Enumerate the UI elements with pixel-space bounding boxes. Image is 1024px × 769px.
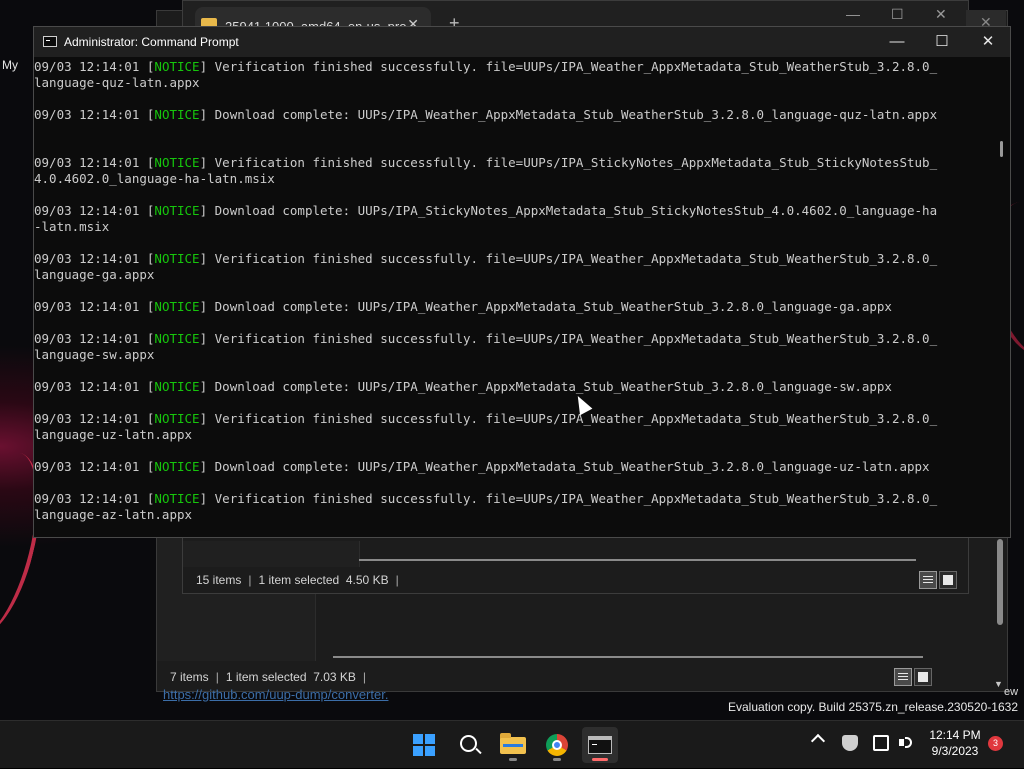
window-title: Administrator: Command Prompt	[64, 35, 239, 49]
log-message: Download complete: UUPs/IPA_Weather_Appx…	[214, 379, 892, 394]
tiles-view-icon[interactable]	[914, 668, 932, 686]
command-prompt-window[interactable]: Administrator: Command Prompt — ☐ ✕ 09/0…	[33, 26, 1011, 538]
log-level: NOTICE	[154, 459, 200, 474]
security-icon[interactable]	[842, 735, 858, 751]
log-message: Download complete: UUPs/IPA_Weather_Appx…	[214, 459, 930, 474]
log-level: NOTICE	[154, 203, 200, 218]
close-button[interactable]: ✕	[973, 31, 1003, 53]
view-toggle	[894, 668, 932, 686]
status-size: 4.50 KB	[345, 573, 389, 587]
status-bar: 7 items | 1 item selected 7.03 KB |	[170, 670, 367, 684]
network-icon[interactable]	[873, 735, 889, 751]
log-timestamp: 09/03 12:14:01	[34, 203, 140, 218]
log-message: Verification finished successfully. file…	[214, 491, 938, 506]
desktop-icon-label[interactable]: My	[2, 58, 18, 72]
log-timestamp: 09/03 12:14:01	[34, 491, 140, 506]
log-timestamp: 09/03 12:14:01	[34, 299, 140, 314]
log-message: Verification finished successfully. file…	[214, 251, 938, 266]
console-line-wrap: 4.0.4602.0_language-ha-latn.msix	[34, 171, 275, 186]
details-view-icon[interactable]	[919, 571, 937, 589]
log-timestamp: 09/03 12:14:01	[34, 251, 140, 266]
log-message: Download complete: UUPs/IPA_Weather_Appx…	[214, 107, 938, 122]
chevron-up-icon[interactable]	[810, 733, 826, 749]
log-level: NOTICE	[154, 155, 200, 170]
log-level: NOTICE	[154, 491, 200, 506]
details-view-icon[interactable]	[894, 668, 912, 686]
console-line: 09/03 12:14:01 [NOTICE] Download complet…	[34, 107, 938, 122]
status-selection: 1 item selected	[258, 573, 340, 587]
console-line: 09/03 12:14:01 [NOTICE] Verification fin…	[34, 155, 938, 170]
console-line-wrap: -latn.msix	[34, 219, 110, 234]
console-line-wrap: language-ga.appx	[34, 267, 155, 282]
github-link[interactable]: https://github.com/uup-dump/converter.	[163, 687, 388, 702]
scrollbar-thumb[interactable]	[1000, 141, 1003, 157]
terminal-icon	[43, 36, 57, 47]
log-timestamp: 09/03 12:14:01	[34, 155, 140, 170]
log-level: NOTICE	[154, 379, 200, 394]
minimize-icon[interactable]: —	[846, 6, 860, 22]
console-line: 09/03 12:14:01 [NOTICE] Verification fin…	[34, 411, 938, 426]
minimize-button[interactable]: —	[882, 31, 912, 53]
title-bar[interactable]: Administrator: Command Prompt — ☐ ✕	[34, 27, 1010, 57]
close-icon[interactable]: ✕	[935, 6, 947, 23]
log-timestamp: 09/03 12:14:01	[34, 411, 140, 426]
console-line-wrap: language-uz-latn.appx	[34, 427, 193, 442]
console-scrollbar[interactable]	[994, 57, 1010, 537]
console-output[interactable]: 09/03 12:14:01 [NOTICE] Verification fin…	[34, 57, 994, 537]
tiles-view-icon[interactable]	[939, 571, 957, 589]
clock-date: 9/3/2023	[931, 744, 979, 758]
log-message: Verification finished successfully. file…	[214, 411, 938, 426]
scrollbar-thumb[interactable]	[997, 539, 1003, 625]
status-item-count: 15 items	[196, 573, 242, 587]
status-bar: 15 items | 1 item selected 4.50 KB |	[196, 573, 399, 587]
console-line: 09/03 12:14:01 [NOTICE] Download complet…	[34, 203, 938, 218]
log-level: NOTICE	[154, 331, 200, 346]
clock[interactable]: 12:14 PM 9/3/2023	[920, 727, 990, 759]
console-line: 09/03 12:14:01 [NOTICE] Download complet…	[34, 299, 892, 314]
console-line: 09/03 12:14:01 [NOTICE] Verification fin…	[34, 491, 938, 506]
horizontal-scrollbar[interactable]	[333, 656, 923, 658]
clock-time: 12:14 PM	[929, 728, 981, 742]
log-timestamp: 09/03 12:14:01	[34, 379, 140, 394]
console-line-wrap: language-sw.appx	[34, 347, 155, 362]
maximize-icon[interactable]: ☐	[891, 6, 904, 23]
log-level: NOTICE	[154, 299, 200, 314]
vertical-scrollbar[interactable]: ▼	[991, 531, 1007, 691]
console-line: 09/03 12:14:01 [NOTICE] Download complet…	[34, 379, 892, 394]
log-message: Download complete: UUPs/IPA_Weather_Appx…	[214, 299, 892, 314]
status-selection: 1 item selected	[225, 670, 307, 684]
log-level: NOTICE	[154, 59, 200, 74]
volume-icon[interactable]	[898, 735, 914, 751]
log-message: Verification finished successfully. file…	[214, 331, 938, 346]
horizontal-scrollbar[interactable]	[359, 559, 916, 561]
scroll-down-arrow-icon[interactable]: ▼	[994, 679, 1003, 689]
log-message: Verification finished successfully. file…	[214, 155, 938, 170]
status-item-count: 7 items	[170, 670, 209, 684]
console-line: 09/03 12:14:01 [NOTICE] Verification fin…	[34, 251, 938, 266]
log-timestamp: 09/03 12:14:01	[34, 459, 140, 474]
log-level: NOTICE	[154, 107, 200, 122]
log-timestamp: 09/03 12:14:01	[34, 107, 140, 122]
maximize-button[interactable]: ☐	[927, 31, 957, 53]
edge-label: ew	[1004, 686, 1019, 698]
console-line: 09/03 12:14:01 [NOTICE] Verification fin…	[34, 59, 938, 74]
notification-badge[interactable]: 3	[988, 736, 1003, 751]
log-timestamp: 09/03 12:14:01	[34, 331, 140, 346]
view-toggle	[919, 571, 957, 589]
log-message: Verification finished successfully. file…	[214, 59, 938, 74]
navigation-pane[interactable]	[183, 541, 360, 567]
system-tray: 12:14 PM 9/3/2023	[0, 721, 1024, 769]
console-line-wrap: language-az-latn.appx	[34, 507, 193, 522]
status-size: 7.03 KB	[313, 670, 356, 684]
log-level: NOTICE	[154, 411, 200, 426]
evaluation-watermark: Evaluation copy. Build 25375.zn_release.…	[728, 700, 1018, 714]
console-line-wrap: language-quz-latn.appx	[34, 75, 200, 90]
taskbar: 12:14 PM 9/3/2023	[0, 720, 1024, 768]
console-line: 09/03 12:14:01 [NOTICE] Download complet…	[34, 459, 930, 474]
log-timestamp: 09/03 12:14:01	[34, 59, 140, 74]
log-level: NOTICE	[154, 251, 200, 266]
log-message: Download complete: UUPs/IPA_StickyNotes_…	[214, 203, 938, 218]
console-line: 09/03 12:14:01 [NOTICE] Verification fin…	[34, 331, 938, 346]
